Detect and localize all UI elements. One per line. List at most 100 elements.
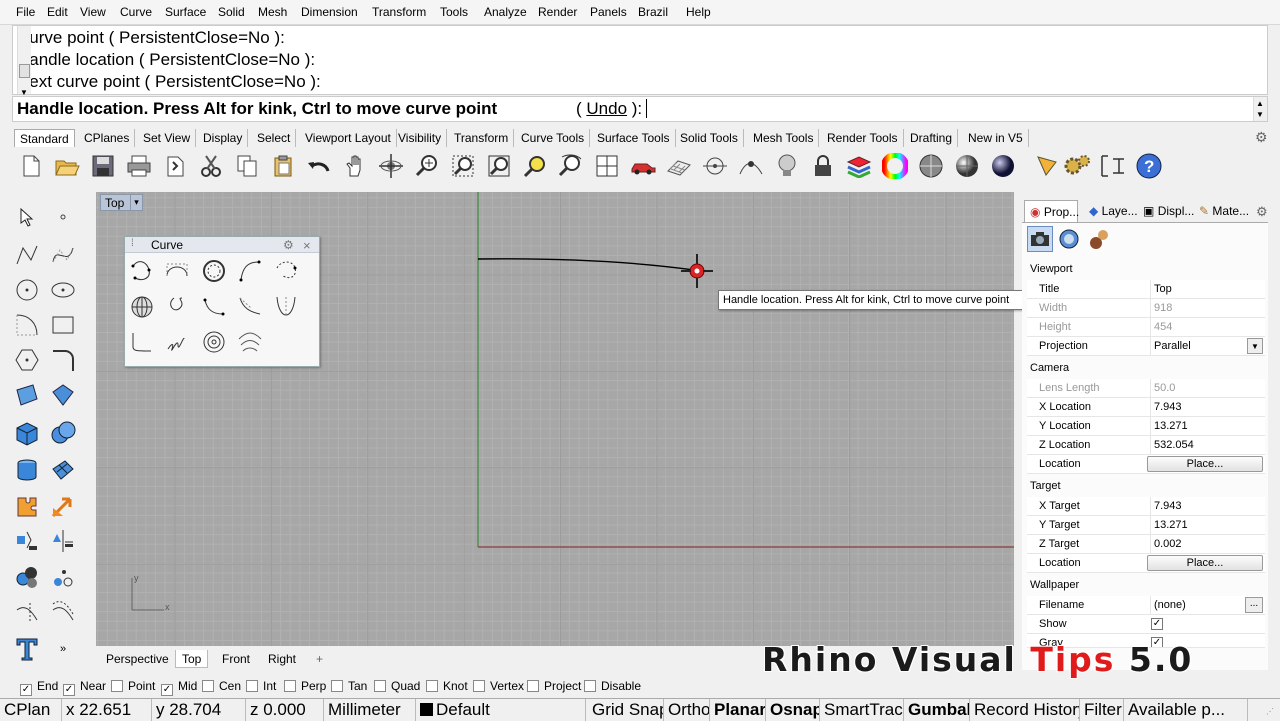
closed-curve-icon[interactable] — [271, 256, 301, 286]
shade-icon[interactable] — [916, 151, 946, 181]
record-history-toggle[interactable]: Record History — [970, 699, 1080, 721]
print-icon[interactable] — [124, 151, 154, 181]
checkbox[interactable] — [527, 680, 539, 692]
menu-solid[interactable]: Solid — [218, 5, 245, 19]
settings-gear-icon[interactable]: ⚙ — [1255, 129, 1268, 146]
menu-curve[interactable]: Curve — [120, 5, 152, 19]
box-icon[interactable] — [12, 418, 42, 448]
add-viewport-icon[interactable]: + — [310, 650, 329, 668]
tab-new-in-v5[interactable]: New in V5 — [963, 129, 1029, 147]
browse-button[interactable]: ... — [1245, 597, 1263, 613]
resize-grip-icon[interactable]: ⋰ — [1266, 707, 1274, 716]
osnap-quad[interactable]: Quad — [374, 679, 420, 693]
tab-render-tools[interactable]: Render Tools — [822, 129, 904, 147]
helix-icon[interactable] — [162, 327, 192, 357]
grid-icon[interactable] — [664, 151, 694, 181]
camera-icon[interactable] — [1027, 226, 1053, 252]
open-icon[interactable] — [52, 151, 82, 181]
tab-select[interactable]: Select — [252, 129, 297, 147]
offset-icon[interactable] — [48, 598, 78, 628]
zoom-extents-icon[interactable] — [484, 151, 514, 181]
osnap-toggle[interactable]: Osnap — [766, 699, 820, 721]
rotate-view-icon[interactable] — [376, 151, 406, 181]
pen-icon[interactable] — [1032, 151, 1062, 181]
menu-edit[interactable]: Edit — [47, 5, 68, 19]
command-scrollbar[interactable]: ▲ ▼ — [1253, 97, 1267, 121]
checkbox[interactable] — [331, 680, 343, 692]
osnap-knot[interactable]: Knot — [426, 679, 468, 693]
osnap-near[interactable]: ✓ Near — [63, 679, 106, 696]
osnap-point[interactable]: Point — [111, 679, 155, 693]
light-icon[interactable] — [772, 151, 802, 181]
four-viewports-icon[interactable] — [592, 151, 622, 181]
spiral-icon[interactable] — [199, 327, 229, 357]
pan-icon[interactable] — [340, 151, 370, 181]
spiral-curve-icon[interactable] — [162, 292, 192, 322]
menu-transform[interactable]: Transform — [372, 5, 426, 19]
checkbox[interactable] — [202, 680, 214, 692]
tab-materials[interactable]: ✎ Mate... — [1194, 200, 1254, 222]
paste-icon[interactable] — [268, 151, 298, 181]
tab-layers[interactable]: ◆ Laye... — [1084, 200, 1138, 222]
circle-curve-icon[interactable] — [199, 256, 229, 286]
checkbox[interactable] — [374, 680, 386, 692]
curve-icon[interactable] — [127, 256, 157, 286]
blend-curve-icon[interactable] — [235, 292, 265, 322]
prop-value[interactable]: 0.002 — [1150, 535, 1264, 554]
shade-group-icon[interactable] — [12, 562, 42, 592]
units-indicator[interactable]: Millimeter — [324, 699, 416, 721]
osnap-project[interactable]: Project — [527, 679, 581, 693]
undo-option[interactable]: Undo — [586, 99, 627, 118]
prop-value[interactable]: Top — [1150, 280, 1264, 299]
parabola-icon[interactable] — [271, 292, 301, 322]
tab-top[interactable]: Top — [175, 650, 209, 668]
conic-icon[interactable] — [127, 327, 157, 357]
osnap-vertex[interactable]: Vertex — [473, 679, 524, 693]
cplane-indicator[interactable]: CPlan — [0, 699, 62, 721]
osnap-disable[interactable]: Disable — [584, 679, 641, 693]
ellipse-icon[interactable] — [48, 275, 78, 305]
settings-gear-icon[interactable]: ⚙ — [283, 238, 294, 252]
grid-snap-toggle[interactable]: Grid Snap — [588, 699, 664, 721]
help-icon[interactable]: ? — [1134, 151, 1164, 181]
ortho-toggle[interactable]: Ortho — [664, 699, 710, 721]
show-checkbox[interactable]: ✓ — [1151, 618, 1163, 630]
menu-help[interactable]: Help — [686, 5, 711, 19]
menu-brazil[interactable]: Brazil — [638, 5, 668, 19]
checkbox[interactable]: ✓ — [63, 684, 75, 696]
tab-mesh-tools[interactable]: Mesh Tools — [748, 129, 820, 147]
transform-arrow-icon[interactable] — [48, 492, 78, 522]
display-sphere-icon[interactable] — [1056, 226, 1082, 252]
prop-value[interactable]: 7.943 — [1150, 497, 1264, 516]
prop-value[interactable]: 532.054 — [1150, 436, 1264, 455]
tab-properties[interactable]: ◉ Prop... — [1024, 200, 1079, 222]
array-icon[interactable] — [12, 526, 42, 556]
menu-file[interactable]: File — [16, 5, 35, 19]
prop-value[interactable]: 13.271 — [1150, 516, 1264, 535]
tab-viewport-layout[interactable]: Viewport Layout — [300, 129, 397, 147]
close-icon[interactable]: × — [303, 238, 311, 253]
tab-perspective[interactable]: Perspective — [100, 650, 175, 668]
osnap-cen[interactable]: Cen — [202, 679, 241, 693]
filter-toggle[interactable]: Filter — [1080, 699, 1124, 721]
select-arrow-icon[interactable] — [12, 202, 42, 232]
undo-icon[interactable] — [304, 151, 334, 181]
osnap-perp[interactable]: Perp — [284, 679, 326, 693]
color-wheel-icon[interactable] — [880, 151, 910, 181]
menu-mesh[interactable]: Mesh — [258, 5, 287, 19]
cylinder-icon[interactable] — [12, 455, 42, 485]
tab-display[interactable]: Display — [198, 129, 249, 147]
tab-transform[interactable]: Transform — [449, 129, 515, 147]
menu-analyze[interactable]: Analyze — [484, 5, 527, 19]
render-sphere-icon[interactable] — [952, 151, 982, 181]
layer-icon[interactable] — [844, 151, 874, 181]
target-place-button[interactable]: Place... — [1147, 555, 1263, 571]
mesh-icon[interactable] — [48, 455, 78, 485]
dimension-icon[interactable] — [1098, 151, 1128, 181]
history-scrollbar[interactable]: ▼ — [17, 26, 31, 97]
tab-drafting[interactable]: Drafting — [905, 129, 959, 147]
prop-value[interactable]: 7.943 — [1150, 398, 1264, 417]
mirror-icon[interactable] — [48, 526, 78, 556]
tab-right[interactable]: Right — [262, 650, 302, 668]
checkbox[interactable] — [584, 680, 596, 692]
